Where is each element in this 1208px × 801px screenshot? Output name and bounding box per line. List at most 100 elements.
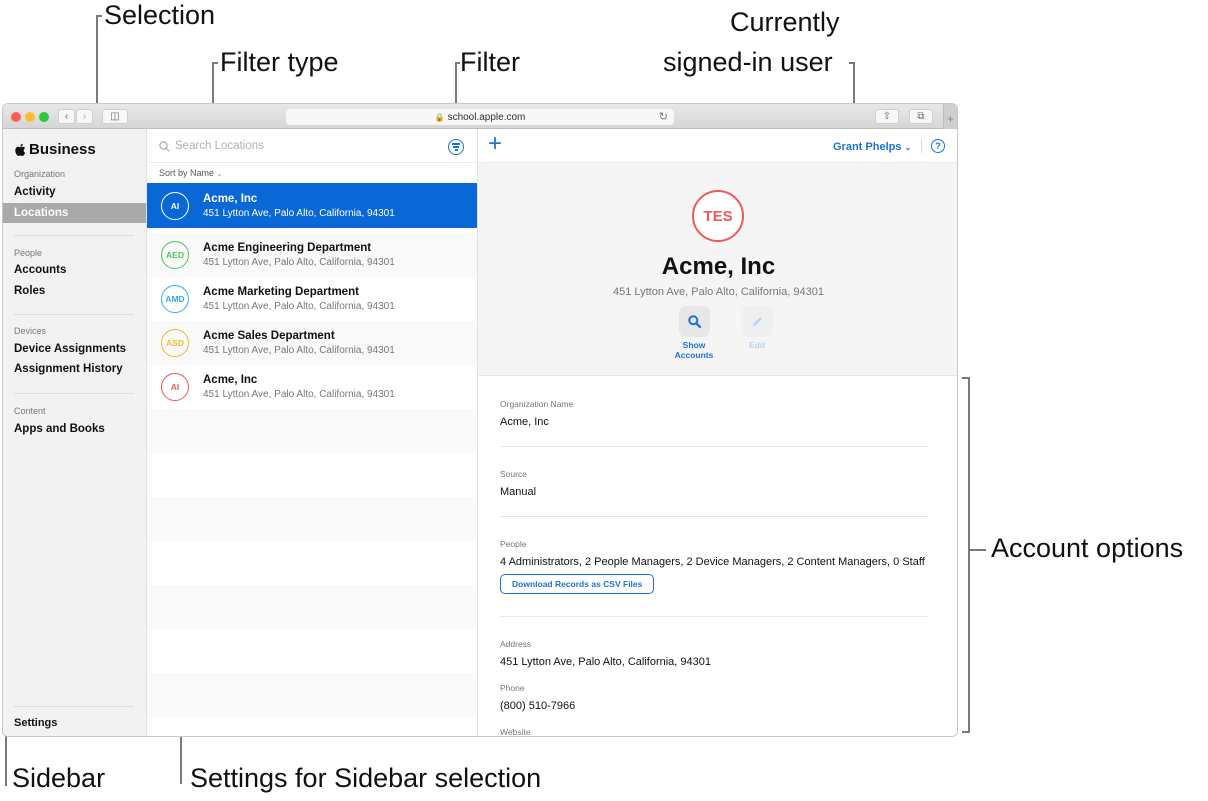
search-input[interactable]: Search Locations <box>159 140 264 152</box>
sidebar-item-assignment-history[interactable]: Assignment History <box>14 363 123 375</box>
empty-row <box>147 409 477 453</box>
filter-icon[interactable] <box>448 139 464 155</box>
leader-filter-h <box>455 62 460 64</box>
share-icon[interactable]: ⇧ <box>875 109 899 124</box>
list-item[interactable]: ASD Acme Sales Department 451 Lytton Ave… <box>147 321 477 365</box>
show-accounts-label-line1: Show <box>682 340 706 350</box>
phone-value: (800) 510-7966 <box>500 700 576 712</box>
tabs-icon[interactable]: ⧉ <box>909 109 933 124</box>
empty-row <box>147 717 477 736</box>
avatar: ASD <box>161 329 189 357</box>
empty-row <box>147 541 477 585</box>
add-location-button[interactable]: + <box>488 132 502 156</box>
user-name: Grant Phelps <box>833 141 902 153</box>
website-label: Website <box>500 727 531 737</box>
sidebar-divider <box>14 235 134 236</box>
sidebar-item-locations[interactable]: Locations <box>3 203 146 223</box>
browser-window: ‹ › ◫ 🔒 school.apple.com ↻ ⇧ ⧉ + Busines… <box>2 103 958 737</box>
field-divider <box>500 616 928 617</box>
phone-label: Phone <box>500 683 525 693</box>
sidebar-divider <box>14 393 134 394</box>
address-value: 451 Lytton Ave, Palo Alto, California, 9… <box>500 656 711 668</box>
sidebar-item-activity[interactable]: Activity <box>14 186 56 198</box>
empty-row <box>147 585 477 629</box>
callout-current-user-line1: Currently <box>730 7 840 37</box>
chevron-left-icon[interactable]: ‹ <box>58 109 75 124</box>
location-address: 451 Lytton Ave, Palo Alto, California, 9… <box>203 301 395 312</box>
detail-pane: + Grant Phelps ⌄ ? TES Acme, Inc 451 Lyt… <box>478 129 957 737</box>
search-icon <box>159 140 170 152</box>
toolbar-separator <box>921 139 922 153</box>
pencil-icon <box>752 317 762 326</box>
sort-by-label: Sort by Name <box>159 168 215 178</box>
minimize-window-button[interactable] <box>25 112 35 122</box>
detail-toolbar: + Grant Phelps ⌄ ? <box>478 129 957 163</box>
show-accounts-button[interactable]: Show Accounts <box>664 306 724 360</box>
address-bar[interactable]: 🔒 school.apple.com ↻ <box>286 109 674 125</box>
sidebar-icon[interactable]: ◫ <box>102 109 128 124</box>
location-header: TES Acme, Inc 451 Lytton Ave, Palo Alto,… <box>478 163 957 376</box>
location-name: Acme, Inc <box>203 374 258 386</box>
callout-account-options: Account options <box>991 533 1184 563</box>
chevron-right-icon[interactable]: › <box>76 109 93 124</box>
show-accounts-label-line2: Accounts <box>674 350 714 360</box>
callout-sidebar: Sidebar <box>12 763 106 793</box>
empty-row <box>147 497 477 541</box>
location-title: Acme, Inc <box>661 253 776 280</box>
avatar: AED <box>161 241 189 269</box>
user-menu-button[interactable]: Grant Phelps ⌄ <box>833 141 911 153</box>
location-subtitle-address: 451 Lytton Ave, Palo Alto, California, 9… <box>613 286 824 298</box>
list-header-divider <box>147 162 477 163</box>
list-item[interactable]: AMD Acme Marketing Department 451 Lytton… <box>147 277 477 321</box>
section-title-people: People <box>14 248 43 258</box>
location-address: 451 Lytton Ave, Palo Alto, California, 9… <box>203 389 395 400</box>
avatar: AI <box>161 191 189 220</box>
empty-row <box>147 673 477 717</box>
chevron-down-icon: ⌄ <box>216 171 223 178</box>
help-icon[interactable]: ? <box>931 139 945 153</box>
org-name-label: Organization Name <box>500 399 574 409</box>
sidebar-divider <box>14 706 134 707</box>
new-tab-button[interactable]: + <box>943 104 957 129</box>
zoom-window-button[interactable] <box>39 112 49 122</box>
sidebar: Business Organization Activity Locations… <box>3 129 147 736</box>
location-address: 451 Lytton Ave, Palo Alto, California, 9… <box>203 257 395 268</box>
location-name: Acme Marketing Department <box>203 286 359 298</box>
section-title-organization: Organization <box>14 169 66 179</box>
location-name: Acme Sales Department <box>203 330 335 342</box>
field-divider <box>500 446 928 447</box>
people-label: People <box>500 539 527 549</box>
field-divider <box>500 516 928 517</box>
close-window-button[interactable] <box>11 112 21 122</box>
section-title-content: Content <box>14 406 46 416</box>
avatar: AMD <box>161 285 189 313</box>
people-value: 4 Administrators, 2 People Managers, 2 D… <box>500 556 925 568</box>
source-value: Manual <box>500 486 537 498</box>
reload-icon[interactable]: ↻ <box>659 110 668 123</box>
empty-row <box>147 453 477 497</box>
sidebar-item-device-assignments[interactable]: Device Assignments <box>14 343 126 355</box>
title-bar: ‹ › ◫ 🔒 school.apple.com ↻ ⇧ ⧉ + <box>3 104 957 129</box>
search-placeholder: Search Locations <box>175 140 264 152</box>
list-item[interactable]: AED Acme Engineering Department 451 Lytt… <box>147 233 477 277</box>
sort-by-button[interactable]: Sort by Name ⌄ <box>159 168 222 178</box>
edit-label: Edit <box>748 340 766 350</box>
sidebar-item-apps-and-books[interactable]: Apps and Books <box>14 423 105 435</box>
brand: Business <box>14 141 96 158</box>
sidebar-item-settings[interactable]: Settings <box>14 717 57 729</box>
address-label: Address <box>500 639 532 649</box>
location-name: Acme Engineering Department <box>203 242 372 254</box>
download-csv-button[interactable]: Download Records as CSV Files <box>500 574 655 594</box>
callout-filter-type: Filter type <box>220 47 339 77</box>
leader-filter-type-h <box>212 62 218 64</box>
callout-current-user-line2: signed-in user <box>663 47 833 77</box>
callout-selection: Selection <box>104 0 216 30</box>
account-options: Organization Name Acme, Inc Source Manua… <box>500 399 928 737</box>
edit-button[interactable]: Edit <box>727 306 787 350</box>
sidebar-item-accounts[interactable]: Accounts <box>14 264 66 276</box>
sidebar-item-roles[interactable]: Roles <box>14 285 45 297</box>
location-address: 451 Lytton Ave, Palo Alto, California, 9… <box>203 345 395 356</box>
leader-account-h <box>968 549 986 551</box>
list-item[interactable]: AI Acme, Inc 451 Lytton Ave, Palo Alto, … <box>147 183 477 228</box>
list-item[interactable]: AI Acme, Inc 451 Lytton Ave, Palo Alto, … <box>147 365 477 409</box>
